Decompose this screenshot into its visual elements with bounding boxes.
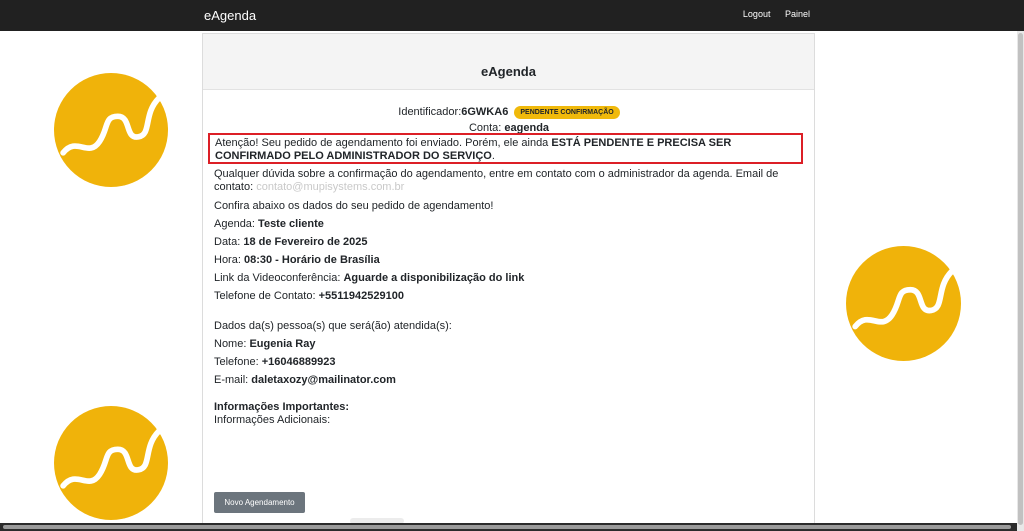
confira-text: Confira abaixo os dados do seu pedido de… (214, 200, 494, 212)
scroll-thumb[interactable] (1018, 33, 1023, 525)
status-badge: PENDENTE CONFIRMAÇÃO (514, 106, 620, 119)
card-header: eAgenda (203, 34, 814, 90)
novo-agendamento-button[interactable]: Novo Agendamento (214, 492, 305, 513)
scroll-thumb[interactable] (3, 525, 1011, 529)
email-row: E-mail: daletaxozy@mailinator.com (214, 371, 396, 389)
data-value: 18 de Fevereiro de 2025 (243, 236, 368, 248)
agenda-value: Teste cliente (258, 218, 324, 230)
card-title: eAgenda (481, 64, 536, 79)
horizontal-scrollbar[interactable] (0, 523, 1017, 531)
vertical-scrollbar[interactable] (1017, 31, 1024, 531)
data-row: Data: 18 de Fevereiro de 2025 (214, 233, 368, 251)
telefone-value: +16046889923 (261, 356, 336, 368)
nome-label: Nome: (214, 338, 247, 350)
hora-label: Hora: (214, 254, 241, 266)
identifier-value: 6GWKA6 (461, 106, 509, 118)
hora-row: Hora: 08:30 - Horário de Brasília (214, 251, 380, 269)
hora-value: 08:30 - Horário de Brasília (243, 254, 380, 266)
email-value: daletaxozy@mailinator.com (251, 374, 396, 386)
alert-end: . (491, 150, 495, 162)
agenda-label: Agenda: (214, 218, 255, 230)
alert-text: Atenção! Seu pedido de agendamento foi e… (215, 137, 552, 149)
data-label: Data: (214, 236, 241, 248)
appointment-card: eAgenda Identificador:6GWKA6 PENDENTE CO… (202, 33, 815, 530)
pending-alert: Atenção! Seu pedido de agendamento foi e… (208, 133, 803, 164)
logout-link[interactable]: Logout (743, 9, 771, 19)
nav-links: Logout Painel (731, 9, 810, 19)
agenda-row: Agenda: Teste cliente (214, 215, 324, 233)
telefone-contato-value: +5511942529100 (318, 290, 404, 302)
link-row: Link da Videoconferência: Aguarde a disp… (214, 269, 524, 287)
link-label: Link da Videoconferência: (214, 272, 341, 284)
painel-link[interactable]: Painel (785, 9, 810, 19)
email-label: E-mail: (214, 374, 249, 386)
brand-logo-icon (54, 73, 168, 187)
brand-logo-icon (54, 406, 168, 520)
top-navbar: eAgenda Logout Painel (0, 0, 1024, 31)
contact-paragraph: Qualquer dúvida sobre a confirmação do a… (214, 168, 794, 194)
nome-value: Eugenia Ray (249, 338, 316, 350)
telefone-contato-label: Telefone de Contato: (214, 290, 316, 302)
identifier-label: Identificador: (398, 106, 462, 118)
telefone-label: Telefone: (214, 356, 259, 368)
info-adicionais: Informações Adicionais: (214, 414, 331, 426)
pessoas-heading: Dados da(s) pessoa(s) que será(ão) atend… (214, 320, 452, 332)
brand-link[interactable]: eAgenda (204, 8, 256, 23)
telefone-row: Telefone: +16046889923 (214, 353, 335, 371)
info-heading-text: Informações Importantes: (214, 401, 350, 413)
telefone-contato-row: Telefone de Contato: +5511942529100 (214, 287, 404, 305)
link-value: Aguarde a disponibilização do link (343, 272, 525, 284)
info-heading: Informações Importantes: (214, 401, 349, 414)
brand-logo-icon (846, 246, 961, 361)
contact-email-link[interactable]: contato@mupisystems.com.br (256, 181, 404, 193)
nome-row: Nome: Eugenia Ray (214, 335, 316, 353)
